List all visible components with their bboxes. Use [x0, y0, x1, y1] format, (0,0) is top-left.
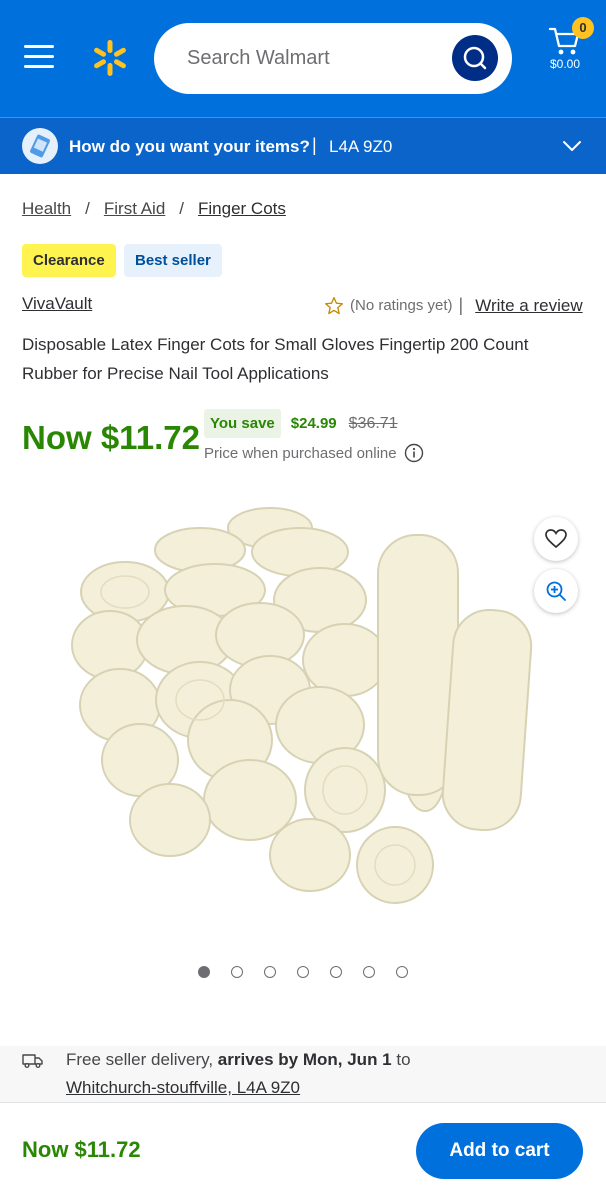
- savings-amount: $24.99: [290, 415, 337, 432]
- you-save-label: You save: [204, 409, 281, 438]
- search-icon: [463, 46, 487, 70]
- pagination-dot[interactable]: [297, 966, 309, 978]
- brand-link[interactable]: VivaVault: [22, 294, 92, 314]
- delivery-estimate: Free seller delivery, arrives by Mon, Ju…: [66, 1050, 411, 1070]
- divider: |: [458, 295, 464, 315]
- heart-icon: [545, 529, 567, 549]
- cart-count-badge: 0: [572, 17, 594, 39]
- breadcrumb-health[interactable]: Health: [22, 199, 71, 218]
- price-note-text: Price when purchased online: [204, 444, 397, 462]
- pagination-dot[interactable]: [231, 966, 243, 978]
- fulfillment-icon: [22, 128, 58, 164]
- ratings-row: (No ratings yet) | Write a review: [324, 295, 583, 316]
- zoom-button[interactable]: [534, 569, 578, 613]
- write-review-link[interactable]: Write a review: [475, 296, 582, 316]
- shipping-info: Free seller delivery, arrives by Mon, Ju…: [0, 1046, 606, 1102]
- cart-total: $0.00: [550, 57, 581, 71]
- sticky-footer: Now $11.72 Add to cart: [0, 1102, 606, 1199]
- search-input[interactable]: Search Walmart: [187, 47, 330, 70]
- footer-price: Now $11.72: [22, 1137, 141, 1162]
- pagination-dot[interactable]: [363, 966, 375, 978]
- pagination-dot[interactable]: [264, 966, 276, 978]
- postal-code: L4A 9Z0: [329, 137, 393, 156]
- product-image: [71, 507, 533, 904]
- breadcrumb: Health / First Aid / Finger Cots: [22, 199, 286, 219]
- cart-button[interactable]: 0 $0.00: [546, 17, 594, 76]
- gallery-pagination: [0, 966, 606, 984]
- chevron-down-icon[interactable]: [562, 140, 582, 152]
- fulfillment-question: How do you want your items?: [69, 137, 310, 156]
- walmart-spark-logo[interactable]: [90, 38, 130, 78]
- price-note: Price when purchased online: [204, 443, 424, 463]
- was-price: $36.71: [348, 414, 398, 432]
- delivery-prefix: Free seller delivery,: [66, 1050, 218, 1069]
- pagination-dot[interactable]: [198, 966, 210, 978]
- divider: |: [312, 135, 317, 155]
- delivery-location-link[interactable]: Whitchurch-stouffville, L4A 9Z0: [66, 1078, 300, 1098]
- fulfillment-bar[interactable]: How do you want your items? | L4A 9Z0: [0, 117, 606, 174]
- ratings-text: (No ratings yet): [350, 297, 453, 314]
- favorite-button[interactable]: [534, 517, 578, 561]
- product-image-gallery[interactable]: [0, 480, 606, 950]
- current-price: Now $11.72: [22, 419, 200, 456]
- menu-icon[interactable]: [24, 45, 54, 69]
- best-seller-badge: Best seller: [124, 244, 222, 277]
- pagination-dot[interactable]: [330, 966, 342, 978]
- savings-row: You save $24.99 $36.71: [204, 409, 398, 438]
- breadcrumb-first-aid[interactable]: First Aid: [104, 199, 165, 218]
- search-bar[interactable]: Search Walmart: [154, 23, 512, 94]
- pagination-dot[interactable]: [396, 966, 408, 978]
- top-header: Search Walmart 0 $0.00: [0, 0, 606, 117]
- search-button[interactable]: [452, 35, 498, 81]
- star-icon: [325, 296, 343, 314]
- product-title: Disposable Latex Finger Cots for Small G…: [22, 335, 529, 383]
- breadcrumb-finger-cots[interactable]: Finger Cots: [198, 199, 286, 218]
- zoom-in-icon: [546, 581, 566, 601]
- truck-icon: [22, 1054, 43, 1068]
- info-icon[interactable]: [404, 443, 424, 463]
- arrival-date: arrives by Mon, Jun 1: [217, 1050, 392, 1069]
- delivery-suffix: to: [391, 1050, 411, 1069]
- breadcrumb-separator: /: [179, 199, 185, 218]
- clearance-badge: Clearance: [22, 244, 116, 277]
- breadcrumb-separator: /: [85, 199, 90, 218]
- add-to-cart-button[interactable]: Add to cart: [416, 1123, 583, 1179]
